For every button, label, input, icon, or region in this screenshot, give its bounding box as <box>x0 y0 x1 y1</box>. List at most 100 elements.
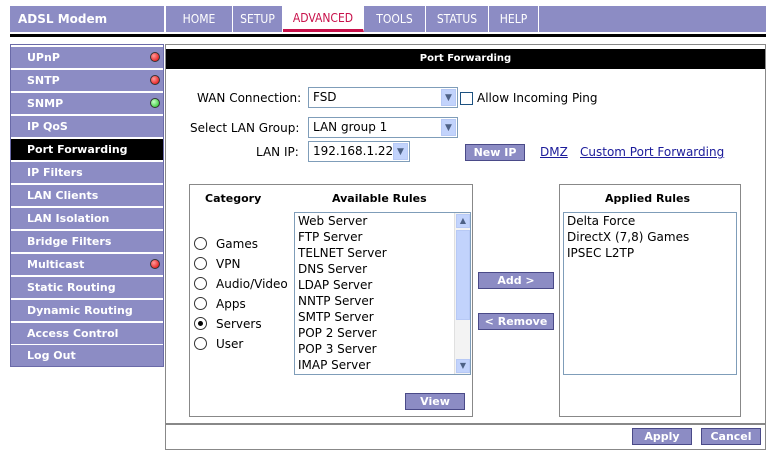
sidebar-item-port-forwarding[interactable]: Port Forwarding <box>11 139 163 160</box>
radio-apps-label: Apps <box>216 297 246 311</box>
list-item[interactable]: Delta Force <box>564 213 736 229</box>
sidebar-item-sntp[interactable]: SNTP <box>11 70 163 91</box>
sidebar-item-upnp[interactable]: UPnP <box>11 47 163 68</box>
sidebar-item-label: LAN Clients <box>27 189 99 202</box>
list-item[interactable]: NNTP Server <box>295 293 470 309</box>
list-item[interactable]: TELNET Server <box>295 245 470 261</box>
available-rules-list[interactable]: Web Server FTP Server TELNET Server DNS … <box>294 212 471 375</box>
tab-status[interactable]: STATUS <box>426 6 489 32</box>
status-green-icon <box>150 98 160 108</box>
footer-divider <box>166 423 765 425</box>
tab-advanced[interactable]: ADVANCED <box>283 6 364 32</box>
sidebar-item-multicast[interactable]: Multicast <box>11 254 163 275</box>
sidebar-item-label: IP QoS <box>27 120 68 133</box>
header-spacer <box>10 37 766 42</box>
scroll-down-icon[interactable]: ▼ <box>456 359 470 373</box>
radio-apps[interactable] <box>194 297 207 310</box>
radio-vpn[interactable] <box>194 257 207 270</box>
apply-button[interactable]: Apply <box>632 428 692 445</box>
radio-audio-video-label: Audio/Video <box>216 277 288 291</box>
scroll-thumb[interactable] <box>456 230 470 320</box>
sidebar-item-log-out[interactable]: Log Out <box>11 345 163 366</box>
sidebar-item-label: UPnP <box>27 51 60 64</box>
lan-ip-select[interactable]: 192.168.1.22 ▼ <box>308 141 410 162</box>
list-item[interactable]: POP 3 Server <box>295 341 470 357</box>
list-item[interactable]: IMAP Server <box>295 357 470 373</box>
applied-rules-header: Applied Rules <box>605 192 691 205</box>
remove-button[interactable]: < Remove <box>478 313 554 330</box>
sidebar-item-lan-clients[interactable]: LAN Clients <box>11 185 163 206</box>
dmz-link[interactable]: DMZ <box>540 145 568 159</box>
sidebar-item-label: Log Out <box>27 349 76 362</box>
wan-connection-select[interactable]: FSD ▼ <box>308 87 458 108</box>
radio-games[interactable] <box>194 237 207 250</box>
sidebar-item-static-routing[interactable]: Static Routing <box>11 277 163 298</box>
sidebar-item-label: IP Filters <box>27 166 83 179</box>
lan-group-label: Select LAN Group: <box>190 121 300 135</box>
custom-port-forwarding-link[interactable]: Custom Port Forwarding <box>580 145 724 159</box>
view-button[interactable]: View <box>405 393 465 410</box>
page-title: Port Forwarding <box>166 49 765 69</box>
scroll-up-icon[interactable]: ▲ <box>456 214 470 228</box>
lan-ip-value: 192.168.1.22 <box>313 144 394 158</box>
applied-rules-list[interactable]: Delta Force DirectX (7,8) Games IPSEC L2… <box>563 212 737 375</box>
radio-servers-label: Servers <box>216 317 262 331</box>
list-item[interactable]: LDAP Server <box>295 277 470 293</box>
list-item[interactable]: SMTP Server <box>295 309 470 325</box>
sidebar-item-label: Port Forwarding <box>27 143 128 156</box>
status-red-icon <box>150 75 160 85</box>
cancel-button[interactable]: Cancel <box>701 428 761 445</box>
status-red-icon <box>150 52 160 62</box>
sidebar-item-bridge-filters[interactable]: Bridge Filters <box>11 231 163 252</box>
lan-ip-label: LAN IP: <box>256 145 299 159</box>
list-item[interactable]: DirectX (7,8) Games <box>564 229 736 245</box>
chevron-down-icon: ▼ <box>393 143 408 160</box>
list-item[interactable]: IPSEC L2TP <box>564 245 736 261</box>
applied-rules-group: Applied Rules Delta Force DirectX (7,8) … <box>559 184 741 417</box>
radio-user-label: User <box>216 337 244 351</box>
radio-vpn-label: VPN <box>216 257 241 271</box>
list-item[interactable]: FTP Server <box>295 229 470 245</box>
list-item[interactable]: Web Server <box>295 213 470 229</box>
brand-title: ADSL Modem <box>10 6 164 32</box>
sidebar-item-label: Bridge Filters <box>27 235 112 248</box>
sidebar-item-ip-qos[interactable]: IP QoS <box>11 116 163 137</box>
allow-ping-label: Allow Incoming Ping <box>477 91 598 105</box>
sidebar-item-snmp[interactable]: SNMP <box>11 93 163 114</box>
list-item[interactable]: POP 2 Server <box>295 325 470 341</box>
sidebar-item-lan-isolation[interactable]: LAN Isolation <box>11 208 163 229</box>
sidebar-item-label: SNTP <box>27 74 60 87</box>
sidebar-item-label: Access Control <box>27 327 119 340</box>
radio-audio-video[interactable] <box>194 277 207 290</box>
radio-games-label: Games <box>216 237 258 251</box>
sidebar-item-label: SNMP <box>27 97 64 110</box>
tab-tools[interactable]: TOOLS <box>364 6 426 32</box>
category-header: Category <box>205 192 262 205</box>
sidebar-item-label: Multicast <box>27 258 85 271</box>
chevron-down-icon: ▼ <box>441 119 456 136</box>
top-nav: HOME SETUP ADVANCED TOOLS STATUS HELP <box>166 6 766 32</box>
sidebar-item-access-control[interactable]: Access Control <box>11 323 163 344</box>
radio-user[interactable] <box>194 337 207 350</box>
sidebar-item-ip-filters[interactable]: IP Filters <box>11 162 163 183</box>
sidebar: UPnP SNTP SNMP IP QoS Port Forwarding IP… <box>10 44 164 367</box>
radio-servers[interactable] <box>194 317 207 330</box>
chevron-down-icon: ▼ <box>441 89 456 106</box>
available-rules-scrollbar[interactable]: ▲ ▼ <box>454 213 470 374</box>
list-item[interactable]: DNS Server <box>295 261 470 277</box>
tab-home[interactable]: HOME <box>166 6 233 32</box>
sidebar-item-label: LAN Isolation <box>27 212 110 225</box>
tab-help[interactable]: HELP <box>489 6 539 32</box>
status-red-icon <box>150 259 160 269</box>
allow-ping-checkbox[interactable] <box>460 92 473 105</box>
add-button[interactable]: Add > <box>478 272 554 289</box>
rules-selection-group: Category Available Rules Games VPN Audio… <box>189 184 473 417</box>
sidebar-item-label: Dynamic Routing <box>27 304 133 317</box>
sidebar-item-label: Static Routing <box>27 281 116 294</box>
lan-group-select[interactable]: LAN group 1 ▼ <box>308 117 458 138</box>
sidebar-item-dynamic-routing[interactable]: Dynamic Routing <box>11 300 163 321</box>
new-ip-button[interactable]: New IP <box>465 144 525 161</box>
lan-group-value: LAN group 1 <box>313 120 388 134</box>
tab-setup[interactable]: SETUP <box>233 6 283 32</box>
available-rules-header: Available Rules <box>332 192 427 205</box>
